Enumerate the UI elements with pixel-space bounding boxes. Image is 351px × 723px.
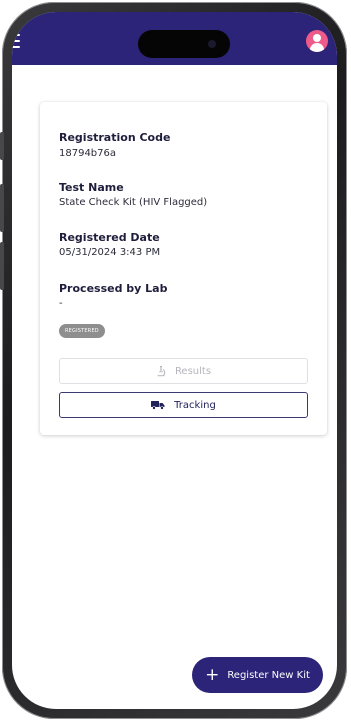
- microscope-icon: [156, 365, 166, 377]
- plus-icon: +: [205, 664, 220, 685]
- front-camera: [208, 40, 216, 48]
- registered-date-label: Registered Date: [59, 231, 160, 244]
- hamburger-menu-icon[interactable]: [12, 34, 26, 48]
- processed-by-lab-label: Processed by Lab: [59, 282, 168, 295]
- register-new-kit-label: Register New Kit: [227, 669, 310, 681]
- registration-code-label: Registration Code: [59, 131, 171, 144]
- phone-action-button: [0, 132, 4, 160]
- dynamic-island: [138, 30, 230, 58]
- test-name-value: State Check Kit (HIV Flagged): [59, 197, 208, 208]
- registration-code-value: 18794b76a: [59, 148, 117, 159]
- phone-frame: Registration Code 18794b76a Test Name St…: [0, 2, 347, 719]
- app-header: [12, 12, 337, 65]
- processed-by-lab-value: -: [59, 298, 63, 309]
- tracking-button-label: Tracking: [174, 399, 216, 411]
- register-new-kit-button[interactable]: + Register New Kit: [192, 657, 323, 693]
- truck-icon: [151, 400, 165, 410]
- results-button-label: Results: [174, 365, 212, 377]
- registered-date-value: 05/31/2024 3:43 PM: [59, 247, 161, 258]
- test-name-label: Test Name: [59, 181, 124, 194]
- phone-screen: Registration Code 18794b76a Test Name St…: [12, 12, 337, 709]
- user-avatar-icon[interactable]: [306, 30, 328, 52]
- phone-volume-up-button: [0, 184, 4, 232]
- status-badge: REGISTERED: [59, 324, 105, 338]
- kit-registration-card: Registration Code 18794b76a Test Name St…: [40, 102, 327, 435]
- results-button[interactable]: Results: [59, 358, 308, 384]
- tracking-button[interactable]: Tracking: [59, 392, 308, 418]
- phone-volume-down-button: [0, 242, 4, 290]
